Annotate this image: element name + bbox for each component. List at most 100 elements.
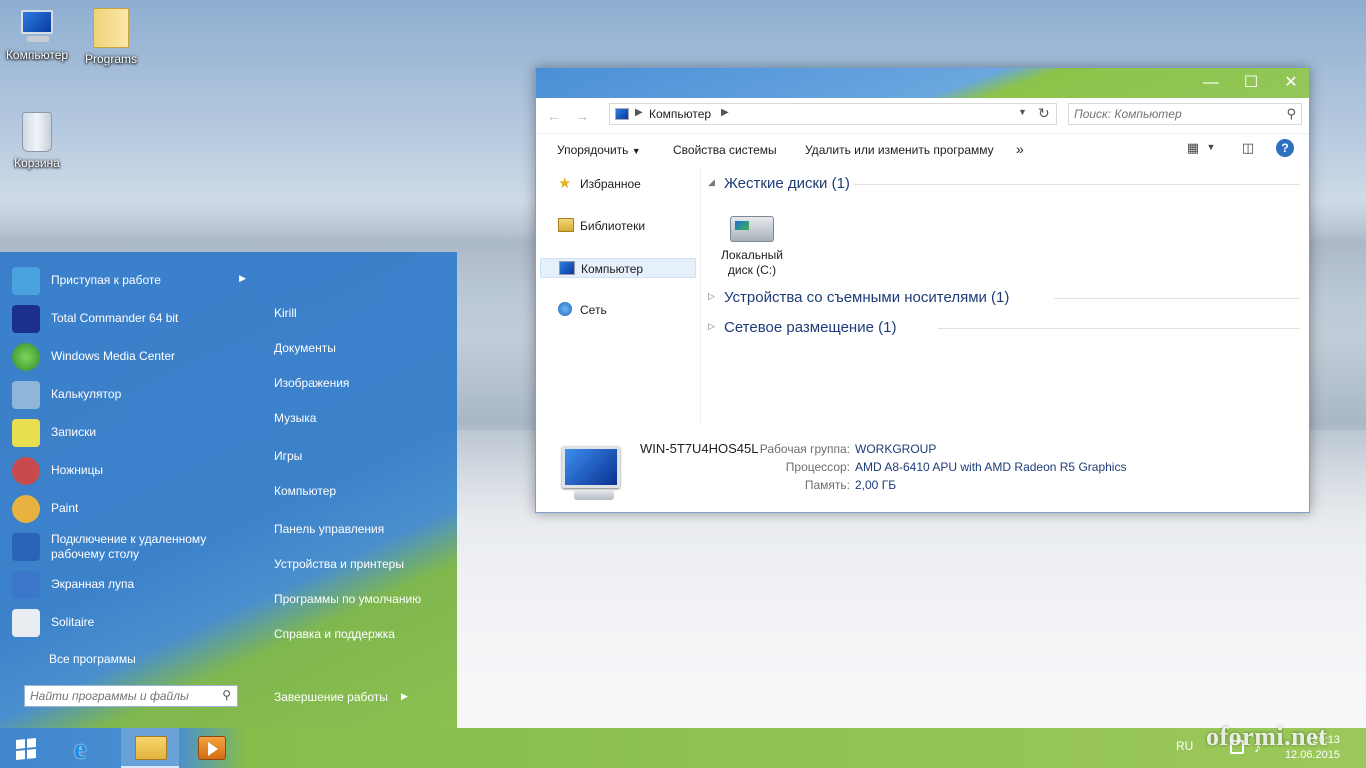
start-item-getting-started[interactable]: Приступая к работе ▶ <box>10 263 250 299</box>
minimize-button[interactable]: — <box>1191 68 1231 98</box>
memory-label: Память: <box>804 478 850 492</box>
magnifier-icon <box>12 571 40 599</box>
start-right-documents[interactable]: Документы <box>274 341 336 355</box>
library-icon <box>558 218 574 232</box>
sticky-notes-icon <box>12 419 40 447</box>
search-icon[interactable]: ⚲ <box>222 688 231 702</box>
nav-item-favorites[interactable]: ★ Избранное <box>540 174 696 194</box>
memory-value: 2,00 ГБ <box>855 478 897 492</box>
group-network-locations[interactable]: ▷ Сетевое размещение (1) <box>706 316 1304 338</box>
close-button[interactable]: ✕ <box>1271 68 1311 98</box>
watermark: oformi.net <box>1206 722 1328 751</box>
internet-explorer-icon[interactable]: e <box>74 734 104 765</box>
computer-icon <box>615 108 629 120</box>
desktop-icon-label: Корзина <box>14 156 60 170</box>
drive-label: Локальный диск (C:) <box>721 248 783 277</box>
details-pane: WIN-5T7U4HOS45L Рабочая группа: WORKGROU… <box>536 428 1309 512</box>
start-right-default-programs[interactable]: Программы по умолчанию <box>274 592 421 606</box>
start-right-pictures[interactable]: Изображения <box>274 376 349 390</box>
start-item-snipping-tool[interactable]: Ножницы <box>10 453 250 489</box>
start-item-magnifier[interactable]: Экранная лупа <box>10 567 250 603</box>
preview-pane-icon[interactable]: ◫ <box>1239 140 1257 158</box>
start-search-box[interactable]: ⚲ <box>24 685 238 707</box>
desktop-icon-label: Компьютер <box>5 48 69 62</box>
chevron-right-icon[interactable]: ▶ <box>721 107 729 118</box>
start-right-games[interactable]: Игры <box>274 449 302 463</box>
workgroup-label: Рабочая группа: <box>759 442 850 456</box>
start-right-control-panel[interactable]: Панель управления <box>274 522 384 536</box>
nav-item-network[interactable]: Сеть <box>540 300 696 320</box>
shutdown-button[interactable]: Завершение работы <box>274 690 388 704</box>
forward-arrow-icon[interactable]: → <box>572 107 592 125</box>
chevron-down-icon[interactable]: ▼ <box>1202 142 1220 160</box>
nav-item-computer[interactable]: Компьютер <box>540 258 696 278</box>
more-commands-button[interactable]: » <box>1016 141 1024 157</box>
chevron-down-icon[interactable]: ▼ <box>1018 107 1027 117</box>
start-item-paint[interactable]: Paint <box>10 491 250 527</box>
windows-logo-icon[interactable] <box>16 737 36 761</box>
desktop-icon-programs[interactable]: Programs <box>76 8 146 66</box>
maximize-button[interactable]: ☐ <box>1231 68 1271 98</box>
all-programs-button[interactable]: Все программы <box>49 652 136 666</box>
chevron-down-icon: ▼ <box>631 146 641 156</box>
back-arrow-icon[interactable]: ← <box>544 107 564 125</box>
recycle-bin-icon <box>22 112 52 152</box>
start-item-remote-desktop[interactable]: Подключение к удаленному рабочему столу <box>10 529 250 565</box>
computer-icon <box>558 446 626 504</box>
desktop-icon-computer[interactable]: Компьютер <box>2 8 72 62</box>
start-right-computer[interactable]: Компьютер <box>274 484 336 498</box>
view-options-icon[interactable]: ▦ <box>1184 140 1202 158</box>
start-right-music[interactable]: Музыка <box>274 411 316 425</box>
getting-started-icon <box>12 267 40 295</box>
search-input[interactable] <box>1069 104 1269 124</box>
start-search-input[interactable] <box>25 686 213 706</box>
taskbar: e RU ♪ 20:13 12.06.2015 <box>0 728 1366 768</box>
computer-icon <box>559 261 575 275</box>
file-explorer-icon[interactable] <box>135 736 167 760</box>
group-removable-devices[interactable]: ▷ Устройства со съемными носителями (1) <box>706 286 1304 308</box>
language-indicator[interactable]: RU <box>1176 739 1193 753</box>
expand-arrow-icon: ▷ <box>708 321 715 331</box>
navigation-pane: ★ Избранное Библиотеки Компьютер Сеть <box>536 166 701 426</box>
breadcrumb-computer[interactable]: Компьютер <box>649 107 711 121</box>
calculator-icon <box>12 381 40 409</box>
system-properties-button[interactable]: Свойства системы <box>673 143 777 157</box>
uninstall-program-button[interactable]: Удалить или изменить программу <box>805 143 994 157</box>
playing-card-icon <box>12 609 40 637</box>
start-menu: Приступая к работе ▶ Total Commander 64 … <box>0 252 457 728</box>
media-player-icon[interactable] <box>198 736 226 760</box>
network-icon <box>558 302 572 316</box>
search-box[interactable]: ⚲ <box>1068 103 1302 125</box>
group-hard-drives[interactable]: ◢ Жесткие диски (1) <box>706 172 1304 194</box>
start-item-sticky-notes[interactable]: Записки <box>10 415 250 451</box>
start-right-devices-printers[interactable]: Устройства и принтеры <box>274 557 404 571</box>
drive-c[interactable]: Локальный диск (C:) <box>720 216 784 278</box>
chevron-right-icon: ▶ <box>239 273 246 283</box>
remote-desktop-icon <box>12 533 40 561</box>
start-right-user[interactable]: Kirill <box>274 306 297 320</box>
refresh-icon[interactable]: ↻ <box>1038 105 1050 122</box>
address-bar[interactable]: ▶ Компьютер ▶ ▼ ↻ <box>609 103 1057 125</box>
desktop-icon-label: Programs <box>84 52 137 66</box>
start-right-help-support[interactable]: Справка и поддержка <box>274 627 395 641</box>
cpu-label: Процессор: <box>785 460 850 474</box>
explorer-window: — ☐ ✕ ← → ▶ Компьютер ▶ ▼ ↻ ⚲ Упорядочит… <box>535 67 1310 513</box>
start-item-calculator[interactable]: Калькулятор <box>10 377 250 413</box>
organize-button[interactable]: Упорядочить ▼ <box>557 143 641 157</box>
windows-media-center-icon <box>12 343 40 371</box>
start-item-media-center[interactable]: Windows Media Center <box>10 339 250 375</box>
start-item-solitaire[interactable]: Solitaire <box>10 605 250 641</box>
expand-arrow-icon: ▷ <box>708 291 715 301</box>
desktop-icon-recycle-bin[interactable]: Корзина <box>2 112 72 170</box>
hard-drive-icon <box>730 216 774 242</box>
cpu-value: AMD A8-6410 APU with AMD Radeon R5 Graph… <box>855 460 1127 474</box>
workgroup-value: WORKGROUP <box>855 442 937 456</box>
nav-item-libraries[interactable]: Библиотеки <box>540 216 696 236</box>
shutdown-options-arrow[interactable]: ▶ <box>401 691 408 702</box>
window-titlebar[interactable]: — ☐ ✕ <box>536 68 1309 98</box>
start-menu-programs: Приступая к работе ▶ Total Commander 64 … <box>0 252 255 728</box>
search-icon[interactable]: ⚲ <box>1286 106 1296 122</box>
help-icon[interactable]: ? <box>1276 139 1294 157</box>
start-item-total-commander[interactable]: Total Commander 64 bit <box>10 301 250 337</box>
command-bar: Упорядочить ▼ Свойства системы Удалить и… <box>536 134 1309 165</box>
